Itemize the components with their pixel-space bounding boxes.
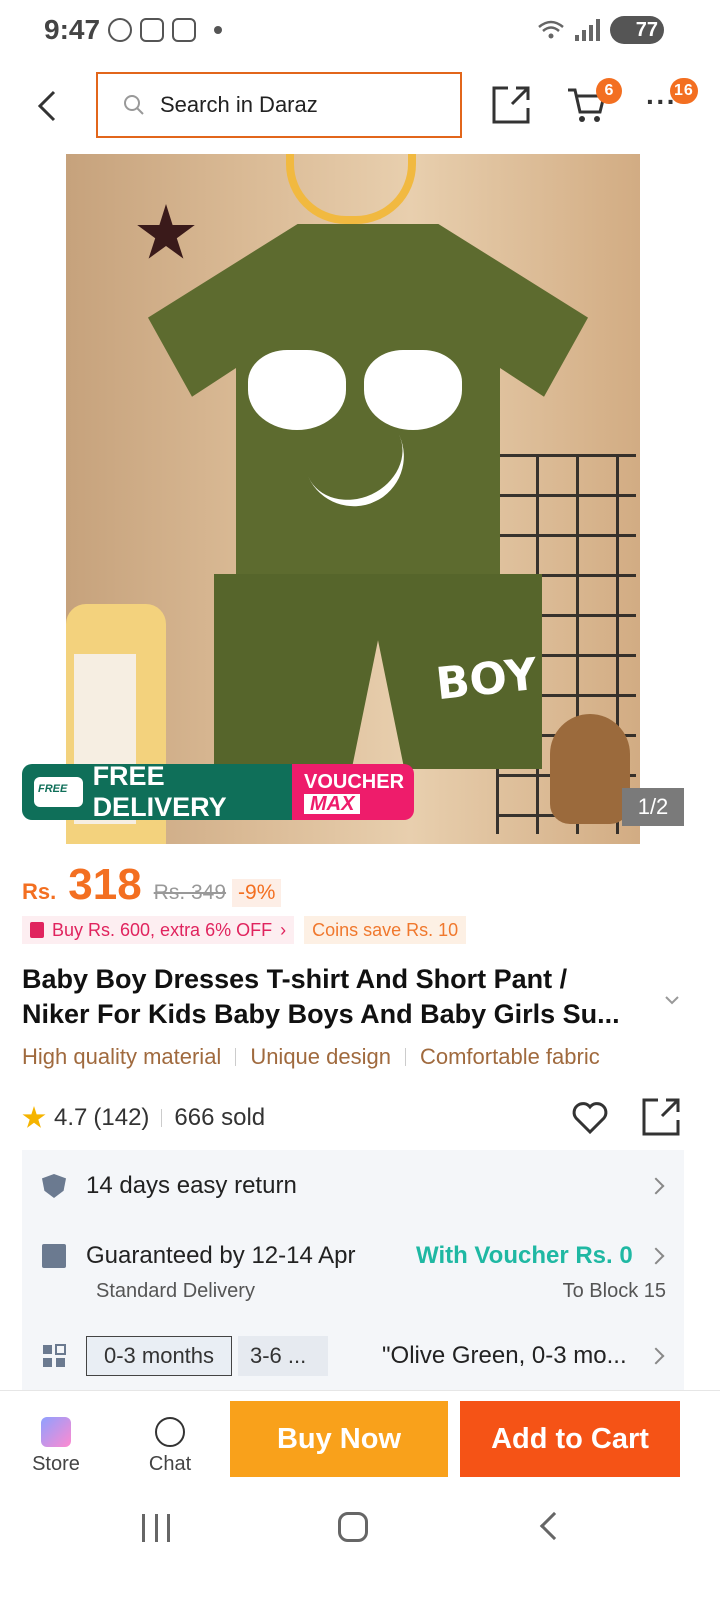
image-pager: 1/2 <box>622 788 684 826</box>
delivery-date: Guaranteed by 12-14 Apr <box>86 1242 356 1269</box>
chevron-right-icon <box>647 1347 665 1365</box>
recent-apps-icon[interactable] <box>142 1514 170 1542</box>
instagram-icon <box>140 18 164 42</box>
cart-button[interactable]: 6 <box>566 78 622 126</box>
original-price: Rs. 349 <box>153 881 227 904</box>
review-count[interactable]: (142) <box>93 1104 149 1132</box>
more-menu-button[interactable]: ··· 16 <box>646 78 698 124</box>
feature-highlights: High quality material Unique design Comf… <box>22 1044 600 1070</box>
product-info-panel: 14 days easy return Guaranteed by 12-14 … <box>22 1150 684 1390</box>
share-product-icon[interactable] <box>640 1096 682 1138</box>
selected-variant-label: "Olive Green, 0-3 mo... <box>382 1342 627 1369</box>
search-placeholder: Search in Daraz <box>160 92 318 117</box>
sunglasses-print <box>248 350 462 436</box>
system-back-icon[interactable] <box>539 1511 569 1541</box>
promo-banner: FREE FREE DELIVERY VOUCHER MAX <box>22 764 414 820</box>
more-notifications-dot-icon <box>214 26 222 34</box>
variant-row[interactable]: 0-3 months 3-6 ... "Olive Green, 0-3 mo.… <box>22 1336 684 1380</box>
back-arrow-icon[interactable] <box>30 86 66 126</box>
voucher-max-badge: VOUCHER MAX <box>292 764 414 820</box>
bottom-action-bar: Store Chat Buy Now Add to Cart <box>0 1390 720 1490</box>
chevron-down-icon[interactable] <box>662 990 682 1010</box>
price-currency: Rs. <box>22 879 57 904</box>
coupon-tag-icon <box>30 922 44 938</box>
delivery-truck-icon: FREE <box>34 777 83 807</box>
variant-option-selected[interactable]: 0-3 months <box>86 1336 232 1376</box>
decor-star <box>137 204 195 259</box>
feature-item: Unique design <box>250 1044 391 1069</box>
hanger <box>286 154 416 224</box>
signal-icon <box>575 19 600 41</box>
chevron-right-icon <box>647 1177 665 1195</box>
chat-icon <box>155 1417 185 1447</box>
product-image-gallery[interactable]: BOY <box>66 154 640 844</box>
bundle-offer-chip[interactable]: Buy Rs. 600, extra 6% OFF › <box>22 916 295 944</box>
whatsapp-icon <box>108 18 132 42</box>
sold-count: 666 sold <box>174 1104 266 1131</box>
rating-row: 4.7 (142) 666 sold <box>22 1096 692 1140</box>
search-icon <box>124 95 144 115</box>
promotion-chips: Buy Rs. 600, extra 6% OFF › Coins save R… <box>22 916 467 944</box>
price-row: Rs. 318 Rs. 349 -9% <box>22 860 282 910</box>
free-delivery-badge: FREE FREE DELIVERY <box>22 764 292 820</box>
return-policy-row[interactable]: 14 days easy return <box>22 1172 684 1216</box>
discount-badge: -9% <box>232 879 282 907</box>
feature-item: Comfortable fabric <box>419 1044 600 1069</box>
wishlist-heart-icon[interactable] <box>570 1098 610 1138</box>
decor-teddy-bear <box>550 714 630 824</box>
shield-check-icon <box>42 1174 66 1198</box>
store-icon <box>41 1417 71 1447</box>
chevron-right-icon: › <box>280 920 287 940</box>
notification-icons <box>108 18 222 42</box>
delivery-row[interactable]: Guaranteed by 12-14 Apr With Voucher Rs.… <box>22 1242 684 1306</box>
variant-option[interactable]: 3-6 ... <box>238 1336 328 1376</box>
top-bar: Search in Daraz 6 ··· 16 <box>0 66 720 146</box>
wifi-icon <box>538 20 564 39</box>
star-icon <box>22 1106 46 1128</box>
coins-chip[interactable]: Coins save Rs. 10 <box>304 916 467 944</box>
chevron-right-icon <box>647 1247 665 1265</box>
shorts-print-text: BOY <box>433 648 540 711</box>
delivery-type: Standard Delivery <box>96 1280 255 1302</box>
price-amount: 318 <box>68 860 142 909</box>
delivery-voucher: With Voucher Rs. 0 <box>416 1242 633 1269</box>
store-button[interactable]: Store <box>16 1411 96 1481</box>
variants-grid-icon <box>43 1344 66 1367</box>
home-icon[interactable] <box>338 1512 368 1542</box>
product-title[interactable]: Baby Boy Dresses T-shirt And Short Pant … <box>22 962 662 1032</box>
buy-now-button[interactable]: Buy Now <box>230 1401 448 1477</box>
system-icons: 77 <box>537 16 664 44</box>
system-nav-bar <box>0 1490 720 1600</box>
cart-count-badge: 6 <box>596 78 622 104</box>
delivery-box-icon <box>42 1244 66 1268</box>
add-to-cart-button[interactable]: Add to Cart <box>460 1401 680 1477</box>
status-time: 9:47 <box>44 14 101 45</box>
feature-item: High quality material <box>22 1044 222 1069</box>
status-bar: 9:47 77 <box>0 0 720 62</box>
delivery-location: To Block 15 <box>562 1280 666 1302</box>
share-icon[interactable] <box>490 84 532 126</box>
message-count-badge: 16 <box>670 78 698 104</box>
chat-button[interactable]: Chat <box>130 1411 210 1481</box>
app-notification-icon <box>172 18 196 42</box>
rating-value[interactable]: 4.7 <box>54 1104 87 1132</box>
search-input[interactable]: Search in Daraz <box>96 72 462 138</box>
battery-indicator: 77 <box>610 16 664 44</box>
